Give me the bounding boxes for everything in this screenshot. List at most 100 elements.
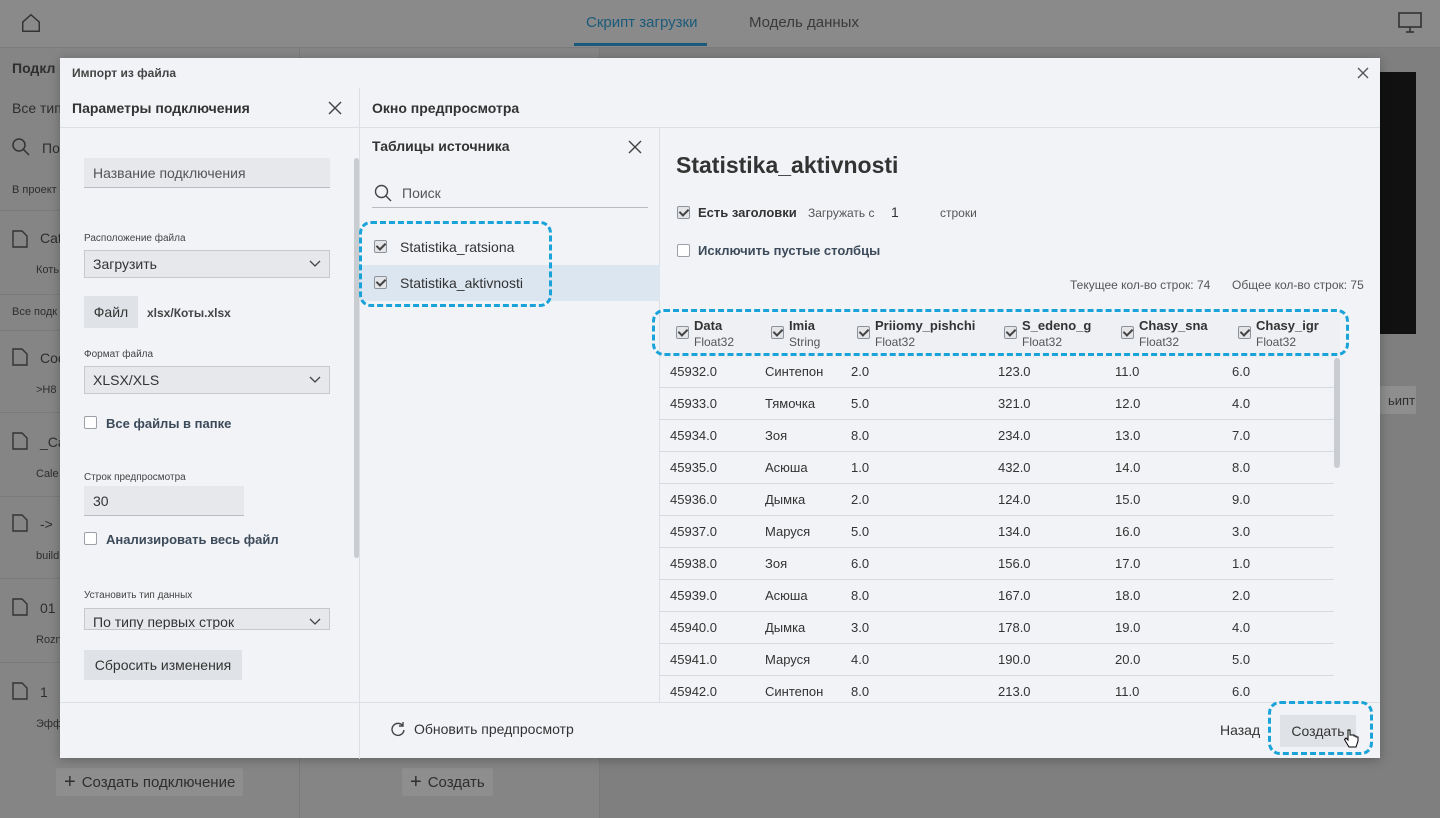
connection-name-input[interactable]: Название подключения: [84, 158, 330, 188]
column-header[interactable]: Data Float32: [676, 318, 734, 349]
connections-filter[interactable]: Все тип: [12, 100, 62, 116]
create-connection-button[interactable]: + Создать подключение: [56, 768, 244, 796]
has-headers-label: Есть заголовки: [698, 205, 797, 220]
scrollbar[interactable]: [1334, 358, 1340, 468]
connection-item-name[interactable]: Cat: [40, 230, 62, 246]
file-location-select[interactable]: Загрузить: [84, 250, 330, 278]
file-format-value: XLSX/XLS: [93, 372, 160, 388]
file-button[interactable]: Файл: [84, 296, 138, 328]
source-table-checkbox[interactable]: [374, 240, 387, 253]
column-checkbox[interactable]: [771, 326, 784, 339]
table-cell: 45941.0: [670, 652, 717, 667]
source-table-name: Statistika_aktivnosti: [400, 275, 523, 291]
table-row: 45933.0 Тямочка 5.0 321.0 12.0 4.0: [660, 388, 1334, 420]
column-header[interactable]: Chasy_sna Float32: [1121, 318, 1208, 349]
table-cell: 234.0: [998, 428, 1031, 443]
table-row: 45937.0 Маруся 5.0 134.0 16.0 3.0: [660, 516, 1334, 548]
column-name: Priiomy_pishchi: [875, 318, 976, 333]
column-header[interactable]: Priiomy_pishchi Float32: [857, 318, 976, 349]
table-cell: 17.0: [1115, 556, 1141, 571]
background-create-label: Создать: [427, 773, 485, 791]
connection-params-panel: Параметры подключения Название подключен…: [60, 88, 360, 702]
column-checkbox[interactable]: [1004, 326, 1017, 339]
back-button[interactable]: Назад: [1220, 722, 1260, 738]
scrollbar[interactable]: [354, 158, 359, 558]
reset-changes-button[interactable]: Сбросить изменения: [84, 650, 242, 680]
table-cell: 7.0: [1232, 428, 1251, 443]
home-icon[interactable]: [20, 12, 42, 34]
document-icon: [12, 514, 28, 532]
column-name: Chasy_igr: [1256, 318, 1319, 333]
data-preview-panel: Statistika_aktivnosti Есть заголовки Заг…: [660, 128, 1380, 702]
source-table-item[interactable]: Statistika_ratsiona: [360, 229, 660, 265]
column-header[interactable]: S_edeno_g Float32: [1004, 318, 1091, 349]
analyze-file-checkbox[interactable]: [84, 532, 97, 545]
table-cell: 5.0: [851, 524, 870, 539]
exclude-empty-checkbox[interactable]: [677, 244, 690, 257]
data-type-select[interactable]: По типу первых строк: [84, 608, 330, 630]
document-icon: [12, 230, 28, 248]
table-cell: 321.0: [998, 396, 1031, 411]
tab-data-model[interactable]: Модель данных: [749, 14, 859, 31]
column-checkbox[interactable]: [857, 326, 870, 339]
file-format-select[interactable]: XLSX/XLS: [84, 366, 330, 394]
table-cell: 124.0: [998, 492, 1031, 507]
table-cell: 4.0: [1232, 396, 1251, 411]
column-checkbox[interactable]: [1121, 326, 1134, 339]
chevron-down-icon: [309, 260, 321, 267]
all-files-label: Все файлы в папке: [106, 416, 232, 431]
connection-item-name[interactable]: ->: [40, 516, 53, 532]
chevron-down-icon: [309, 376, 321, 383]
close-icon[interactable]: [1356, 66, 1370, 80]
column-header[interactable]: Chasy_igr Float32: [1238, 318, 1319, 349]
table-cell: 4.0: [1232, 620, 1251, 635]
close-icon[interactable]: [628, 140, 642, 154]
table-cell: 45940.0: [670, 620, 717, 635]
column-checkbox[interactable]: [676, 326, 689, 339]
connection-item-name[interactable]: 01: [40, 600, 56, 616]
background-create-button[interactable]: + Создать: [402, 768, 493, 796]
table-cell: Тямочка: [765, 396, 816, 411]
source-table-item[interactable]: Statistika_aktivnosti: [360, 265, 660, 301]
all-files-checkbox[interactable]: [84, 416, 97, 429]
table-cell: Синтепон: [765, 684, 824, 699]
column-header[interactable]: Imia String: [771, 318, 820, 349]
table-cell: 3.0: [1232, 524, 1251, 539]
table-cell: Дымка: [765, 492, 806, 507]
tab-load-script[interactable]: Скрипт загрузки: [586, 14, 697, 31]
source-tables-header: Таблицы источника: [360, 128, 660, 164]
group-label-all: Все подк: [12, 306, 58, 318]
source-table-checkbox[interactable]: [374, 276, 387, 289]
table-row: 45935.0 Асюша 1.0 432.0 14.0 8.0: [660, 452, 1334, 484]
table-cell: 167.0: [998, 588, 1031, 603]
preview-rows-input[interactable]: 30: [84, 486, 244, 516]
background-preview-area: [1380, 72, 1416, 334]
source-tables-title: Таблицы источника: [372, 138, 510, 154]
table-cell: 45938.0: [670, 556, 717, 571]
table-cell: 45933.0: [670, 396, 717, 411]
load-from-input[interactable]: 1: [891, 204, 899, 220]
table-cell: 11.0: [1115, 364, 1140, 379]
refresh-preview-button[interactable]: Обновить предпросмотр: [390, 721, 574, 737]
connections-search[interactable]: По: [42, 140, 60, 156]
table-cell: 3.0: [851, 620, 870, 635]
close-icon[interactable]: [328, 101, 342, 115]
background-script-button[interactable]: ьипт: [1380, 386, 1416, 414]
load-from-label: Загружать с: [808, 206, 875, 220]
dialog-title: Импорт из файла: [72, 66, 176, 80]
monitor-icon[interactable]: [1398, 12, 1422, 34]
table-row: 45941.0 Маруся 4.0 190.0 20.0 5.0: [660, 644, 1334, 676]
table-cell: 45935.0: [670, 460, 717, 475]
table-cell: 134.0: [998, 524, 1031, 539]
total-rows-count: Общее кол-во строк: 75: [1232, 278, 1364, 292]
import-from-file-dialog: Импорт из файла Параметры подключения На…: [60, 58, 1380, 759]
table-row: 45932.0 Синтепон 2.0 123.0 11.0 6.0: [660, 358, 1334, 388]
source-search-input[interactable]: Поиск: [372, 178, 648, 208]
column-checkbox[interactable]: [1238, 326, 1251, 339]
table-cell: 190.0: [998, 652, 1031, 667]
table-cell: 15.0: [1115, 492, 1141, 507]
plus-icon: +: [410, 770, 422, 793]
has-headers-checkbox[interactable]: [677, 206, 690, 219]
table-cell: 20.0: [1115, 652, 1141, 667]
connection-item-name[interactable]: 1: [40, 684, 48, 700]
